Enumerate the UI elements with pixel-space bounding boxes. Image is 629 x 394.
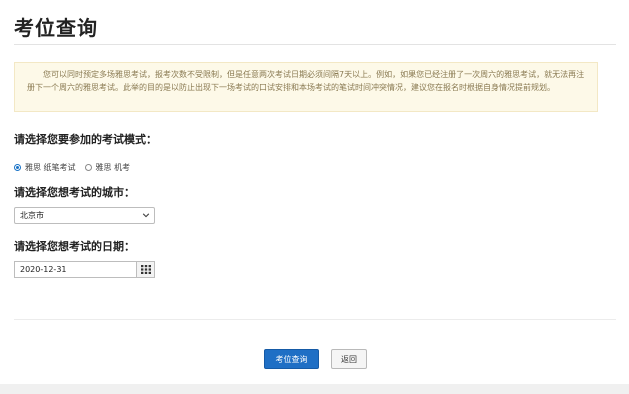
radio-paper-exam[interactable]: 雅思 纸笔考试 [14, 162, 76, 173]
city-label: 请选择您想考试的城市： [14, 186, 135, 199]
radio-computer-exam[interactable]: 雅思 机考 [84, 162, 131, 173]
exam-mode-radio-group: 雅思 纸笔考试 雅思 机考 [14, 162, 139, 173]
footer-divider [14, 319, 616, 320]
page-title: 考位查询 [14, 16, 98, 40]
radio-paper-exam-circle[interactable] [14, 164, 21, 171]
notice-text: 您可以同时预定多场雅思考试，报考次数不受限制，但是任意两次考试日期必须间隔7天以… [27, 70, 585, 92]
date-label: 请选择您想考试的日期： [14, 240, 135, 253]
chevron-down-icon [142, 213, 150, 218]
calendar-icon [140, 265, 151, 274]
page-container: 考位查询 您可以同时预定多场雅思考试，报考次数不受限制，但是任意两次考试日期必须… [0, 0, 629, 384]
date-input[interactable]: 2020-12-31 [14, 261, 136, 278]
city-select-value: 北京市 [20, 211, 44, 220]
exam-mode-label: 请选择您要参加的考试模式： [14, 133, 157, 146]
city-select[interactable]: 北京市 [14, 207, 155, 224]
radio-paper-exam-label: 雅思 纸笔考试 [25, 163, 76, 172]
notice-box: 您可以同时预定多场雅思考试，报考次数不受限制，但是任意两次考试日期必须间隔7天以… [14, 62, 598, 112]
date-input-value: 2020-12-31 [20, 265, 67, 274]
title-divider [14, 44, 616, 45]
radio-computer-exam-label: 雅思 机考 [95, 163, 131, 172]
radio-computer-exam-circle[interactable] [84, 164, 92, 171]
back-button[interactable]: 返回 [331, 349, 367, 369]
search-seats-button[interactable]: 考位查询 [264, 349, 319, 369]
calendar-button[interactable] [136, 261, 155, 278]
